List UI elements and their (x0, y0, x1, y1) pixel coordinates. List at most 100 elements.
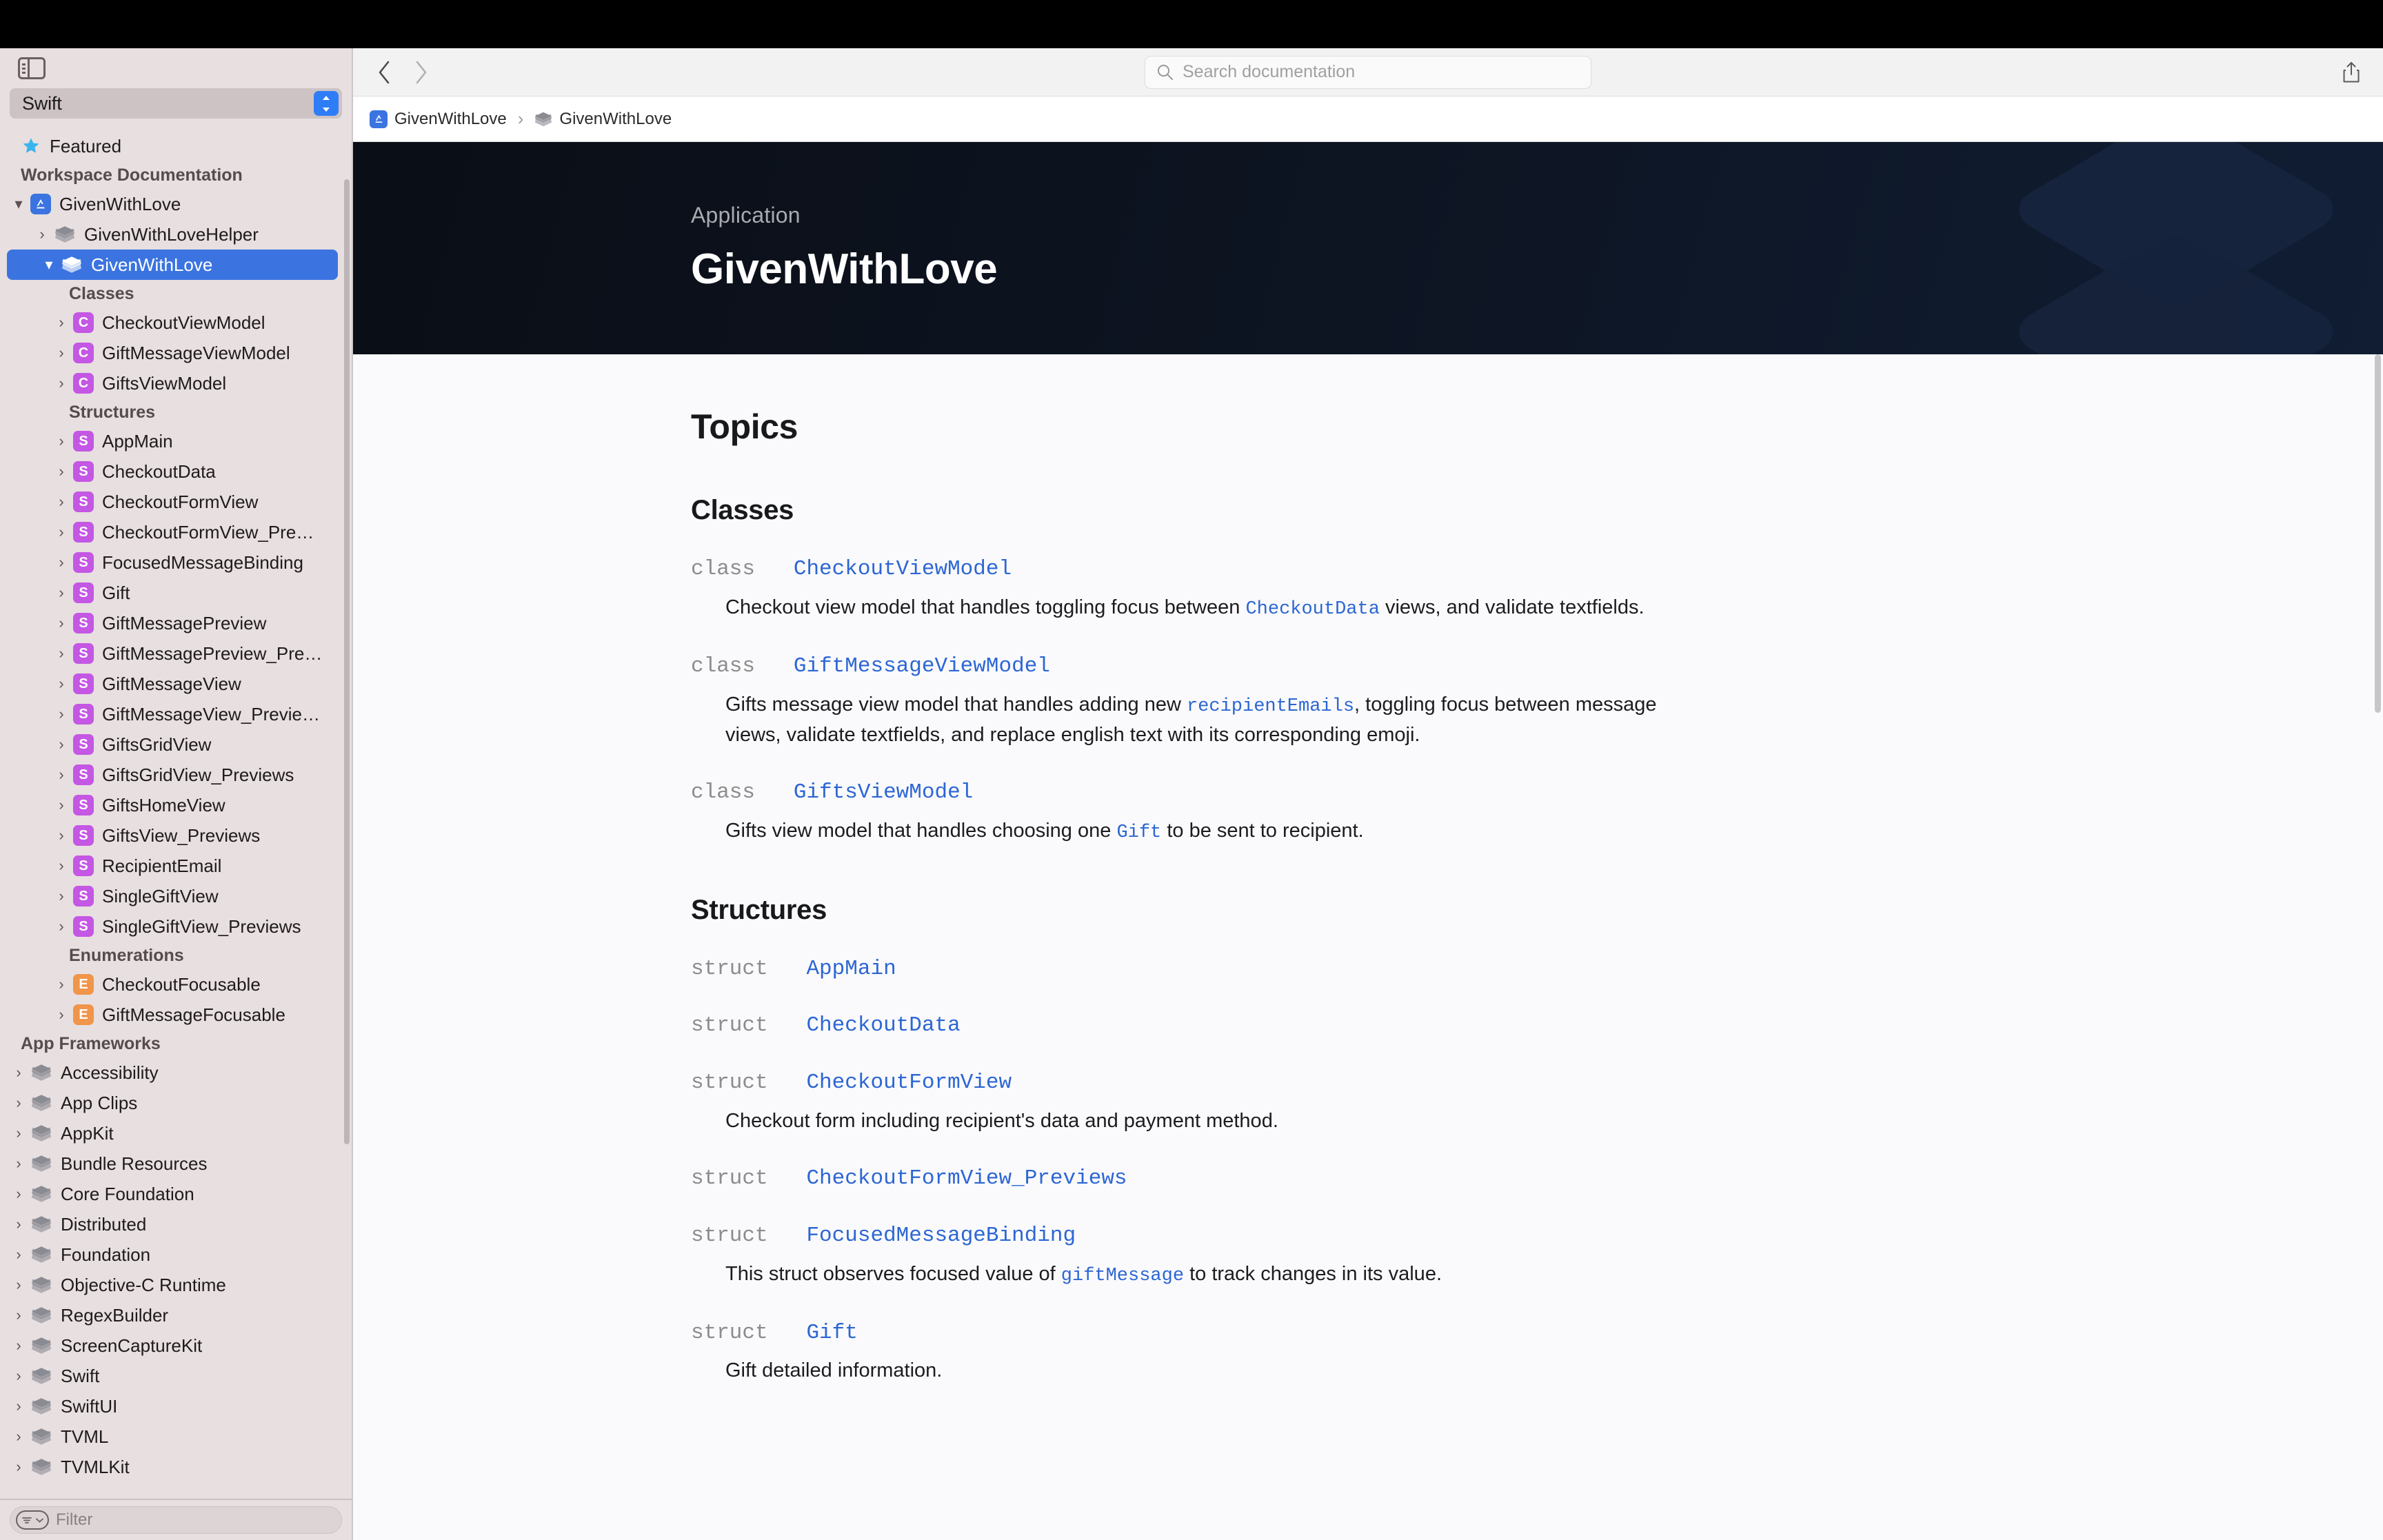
chevron-right-icon[interactable]: › (50, 315, 73, 330)
chevron-up-down-icon[interactable] (314, 91, 339, 116)
sidebar-item-givenwithlovehelper[interactable]: › GivenWithLoveHelper (0, 219, 352, 250)
sidebar-item-givenwithlove-module[interactable]: ▾ GivenWithLove (7, 250, 338, 280)
chevron-right-icon[interactable]: › (50, 525, 73, 540)
sidebar-item-swift[interactable]: › Swift (0, 1361, 352, 1391)
symbol-link[interactable]: Gift (806, 1321, 857, 1345)
inline-code-link[interactable]: giftMessage (1061, 1266, 1184, 1286)
sidebar-item-checkoutviewmodel[interactable]: › C CheckoutViewModel (0, 307, 352, 338)
chevron-right-icon[interactable]: › (50, 345, 73, 361)
chevron-right-icon[interactable]: › (7, 1095, 30, 1111)
sidebar-item-checkoutformview-previews[interactable]: › S CheckoutFormView_Pre… (0, 517, 352, 547)
chevron-right-icon[interactable]: › (50, 1007, 73, 1022)
chevron-right-icon[interactable]: › (50, 464, 73, 479)
chevron-right-icon[interactable]: › (7, 1459, 30, 1475)
sidebar-item-tvmlkit[interactable]: › TVMLKit (0, 1452, 352, 1482)
sidebar-item-giftsviewmodel[interactable]: › C GiftsViewModel (0, 368, 352, 398)
sidebar-item-giftmessagefocusable[interactable]: › E GiftMessageFocusable (0, 1000, 352, 1030)
symbol-declaration[interactable]: struct CheckoutFormView (691, 1070, 2383, 1097)
chevron-right-icon[interactable]: › (7, 1156, 30, 1171)
sidebar-item-singlegiftview-previews[interactable]: › S SingleGiftView_Previews (0, 911, 352, 942)
chevron-right-icon[interactable]: › (50, 676, 73, 691)
sidebar-item-screencapturekit[interactable]: › ScreenCaptureKit (0, 1330, 352, 1361)
symbol-link[interactable]: CheckoutData (806, 1013, 960, 1037)
chevron-right-icon[interactable]: › (50, 707, 73, 722)
sidebar-item-giftmessageviewmodel[interactable]: › C GiftMessageViewModel (0, 338, 352, 368)
chevron-right-icon[interactable]: › (50, 434, 73, 449)
chevron-right-icon[interactable]: › (50, 737, 73, 752)
inline-code-link[interactable]: recipientEmails (1187, 696, 1354, 717)
chevron-right-icon[interactable]: › (7, 1368, 30, 1384)
sidebar-item-gift[interactable]: › S Gift (0, 578, 352, 608)
sidebar-toggle-icon[interactable] (18, 57, 46, 79)
chevron-down-icon[interactable]: ▾ (37, 257, 61, 272)
language-selector[interactable]: Swift (10, 88, 342, 119)
chevron-right-icon[interactable]: › (50, 616, 73, 631)
chevron-right-icon[interactable]: › (50, 585, 73, 600)
symbol-link[interactable]: CheckoutFormView_Previews (806, 1166, 1127, 1191)
symbol-link[interactable]: CheckoutViewModel (794, 557, 1012, 581)
symbol-link[interactable]: AppMain (806, 957, 896, 981)
symbol-link[interactable]: GiftMessageViewModel (794, 654, 1050, 678)
symbol-link[interactable]: FocusedMessageBinding (806, 1224, 1076, 1248)
sidebar-item-distributed[interactable]: › Distributed (0, 1209, 352, 1239)
symbol-declaration[interactable]: class CheckoutViewModel (691, 556, 2383, 583)
forward-button[interactable] (408, 59, 434, 85)
chevron-right-icon[interactable]: › (50, 919, 73, 934)
chevron-right-icon[interactable]: › (7, 1217, 30, 1232)
sidebar-item-objective-c-runtime[interactable]: › Objective-C Runtime (0, 1270, 352, 1300)
filter-pill-icon[interactable] (16, 1510, 49, 1530)
sidebar-item-swiftui[interactable]: › SwiftUI (0, 1391, 352, 1421)
sidebar-item-foundation[interactable]: › Foundation (0, 1239, 352, 1270)
sidebar-item-appmain[interactable]: › S AppMain (0, 426, 352, 456)
chevron-right-icon[interactable]: › (7, 1247, 30, 1262)
symbol-declaration[interactable]: struct CheckoutData (691, 1013, 2383, 1040)
chevron-right-icon[interactable]: › (50, 555, 73, 570)
inline-code-link[interactable]: CheckoutData (1245, 599, 1379, 620)
breadcrumb-item-app[interactable]: GivenWithLove (370, 110, 507, 129)
symbol-link[interactable]: GiftsViewModel (794, 780, 973, 804)
chevron-right-icon[interactable]: › (7, 1308, 30, 1323)
chevron-right-icon[interactable]: › (7, 1126, 30, 1141)
chevron-right-icon[interactable]: › (50, 646, 73, 661)
filter-input[interactable]: Filter (10, 1506, 342, 1534)
breadcrumb-item-module[interactable]: GivenWithLove (534, 110, 672, 129)
sidebar-item-bundle-resources[interactable]: › Bundle Resources (0, 1148, 352, 1179)
chevron-right-icon[interactable]: › (50, 889, 73, 904)
inline-code-link[interactable]: Gift (1116, 822, 1161, 843)
sidebar-item-app-clips[interactable]: › App Clips (0, 1088, 352, 1118)
sidebar-item-checkoutdata[interactable]: › S CheckoutData (0, 456, 352, 487)
chevron-right-icon[interactable]: › (7, 1277, 30, 1293)
symbol-declaration[interactable]: struct AppMain (691, 956, 2383, 983)
sidebar-item-giftmessagepreview[interactable]: › S GiftMessagePreview (0, 608, 352, 638)
chevron-right-icon[interactable]: › (50, 767, 73, 782)
chevron-down-icon[interactable]: ▾ (7, 196, 30, 212)
chevron-right-icon[interactable]: › (50, 494, 73, 509)
symbol-declaration[interactable]: struct FocusedMessageBinding (691, 1223, 2383, 1250)
sidebar-item-core-foundation[interactable]: › Core Foundation (0, 1179, 352, 1209)
sidebar-item-giftshomeview[interactable]: › S GiftsHomeView (0, 790, 352, 820)
chevron-right-icon[interactable]: › (50, 798, 73, 813)
sidebar-item-featured[interactable]: Featured (0, 131, 352, 161)
sidebar-item-giftmessagepreview-previews[interactable]: › S GiftMessagePreview_Pre… (0, 638, 352, 669)
chevron-right-icon[interactable]: › (50, 858, 73, 873)
sidebar-item-checkoutformview[interactable]: › S CheckoutFormView (0, 487, 352, 517)
symbol-declaration[interactable]: struct Gift (691, 1320, 2383, 1347)
sidebar-item-giftsview-previews[interactable]: › S GiftsView_Previews (0, 820, 352, 851)
sidebar-item-recipientemail[interactable]: › S RecipientEmail (0, 851, 352, 881)
chevron-right-icon[interactable]: › (7, 1065, 30, 1080)
sidebar-item-giftmessageview[interactable]: › S GiftMessageView (0, 669, 352, 699)
chevron-right-icon[interactable]: › (50, 828, 73, 843)
sidebar-item-regexbuilder[interactable]: › RegexBuilder (0, 1300, 352, 1330)
content-scrollbar[interactable] (2375, 354, 2381, 713)
sidebar-item-accessibility[interactable]: › Accessibility (0, 1057, 352, 1088)
chevron-right-icon[interactable]: › (50, 376, 73, 391)
chevron-right-icon[interactable]: › (7, 1338, 30, 1353)
sidebar-item-focusedmessagebinding[interactable]: › S FocusedMessageBinding (0, 547, 352, 578)
symbol-link[interactable]: CheckoutFormView (806, 1071, 1012, 1095)
sidebar-item-checkoutfocusable[interactable]: › E CheckoutFocusable (0, 969, 352, 1000)
sidebar-item-giftsgridview[interactable]: › S GiftsGridView (0, 729, 352, 760)
symbol-declaration[interactable]: struct CheckoutFormView_Previews (691, 1166, 2383, 1193)
sidebar-item-singlegiftview[interactable]: › S SingleGiftView (0, 881, 352, 911)
sidebar-item-giftsgridview-previews[interactable]: › S GiftsGridView_Previews (0, 760, 352, 790)
sidebar-item-appkit[interactable]: › AppKit (0, 1118, 352, 1148)
